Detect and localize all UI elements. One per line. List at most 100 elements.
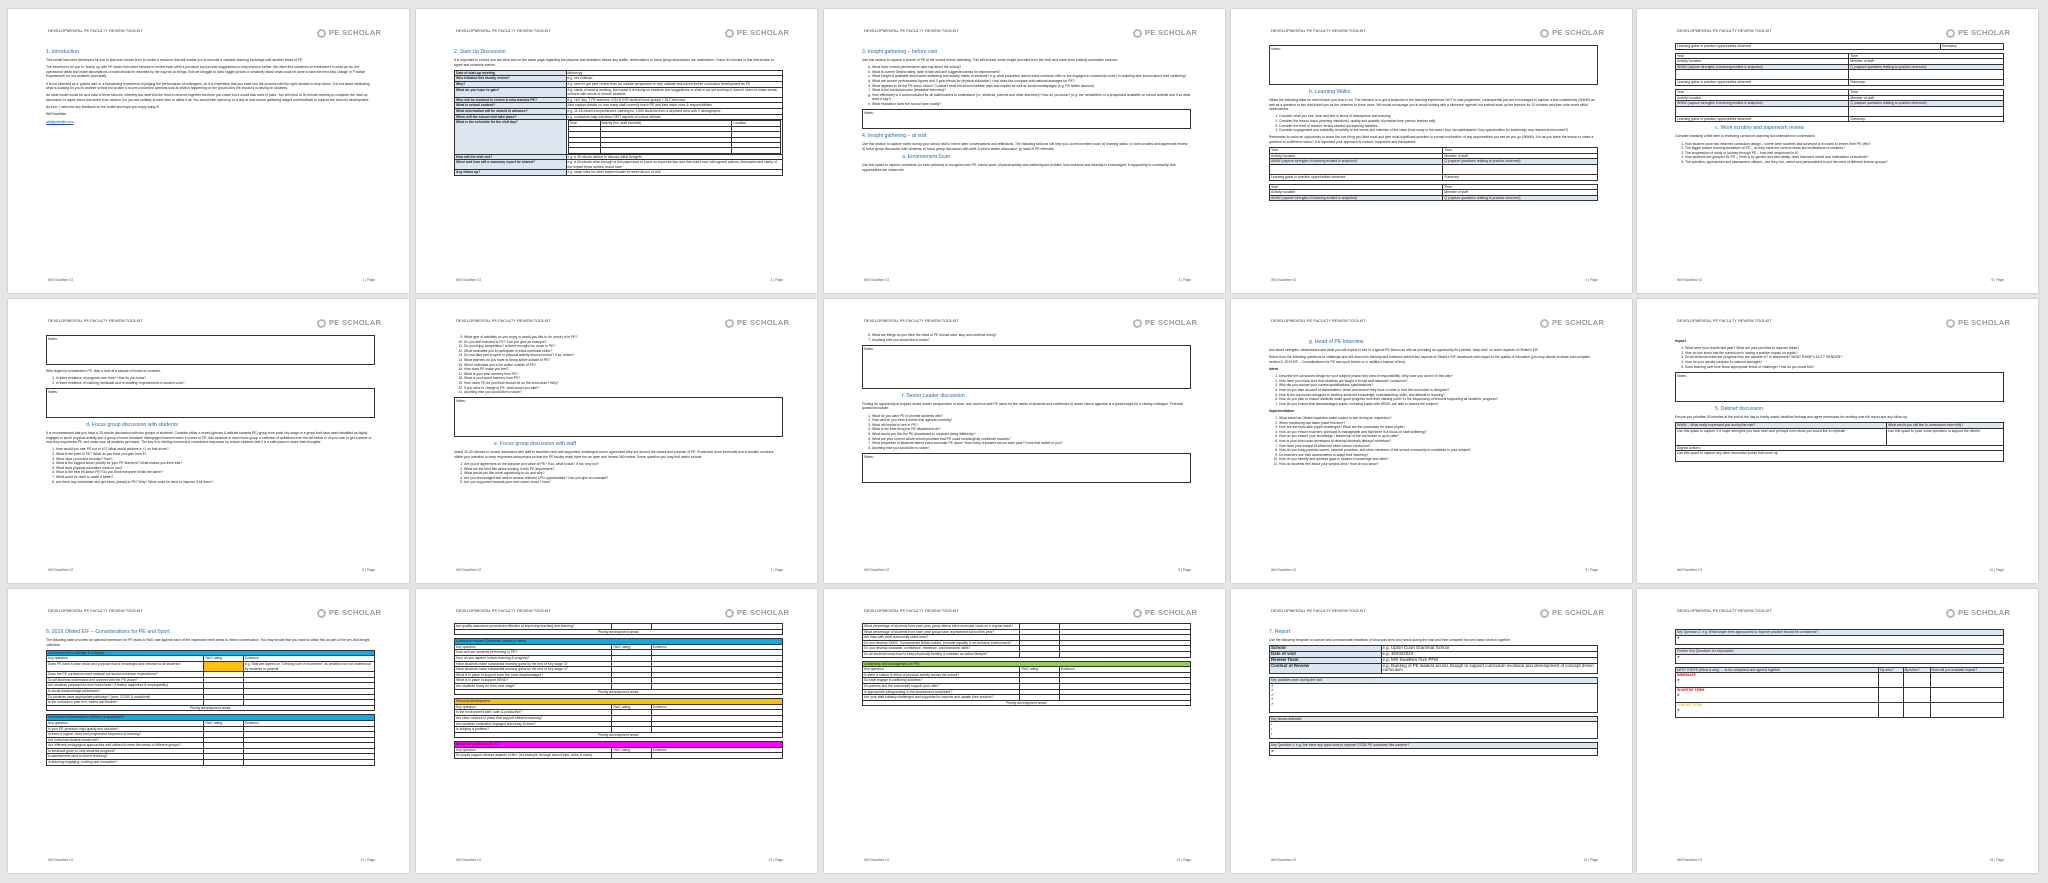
- page-number: 10 | Page: [1989, 568, 2004, 573]
- page-content: Impact What were your results last year?…: [1675, 339, 2004, 565]
- notes-box[interactable]: Notes:: [862, 452, 1191, 483]
- page-number: 1 | Page: [362, 278, 375, 283]
- page-number: 11 | Page: [360, 858, 375, 863]
- section-heading: 7. Report: [1269, 629, 1291, 635]
- arrow-icon: ➤: [1677, 654, 1680, 659]
- page-8: DEVELOPMENTAL PE FACULTY REVIEW TOOLKIT …: [824, 299, 1225, 583]
- page-header: DEVELOPMENTAL PE FACULTY REVIEW TOOLKIT: [456, 318, 551, 323]
- page-number: 4 | Page: [1585, 278, 1598, 283]
- logo-mark-icon: [1540, 319, 1549, 328]
- section-heading: 6. 2019 Ofsted EIF – Considerations for …: [46, 629, 170, 635]
- page-1: DEVELOPMENTAL PE FACULTY REVIEW TOOLKIT …: [8, 9, 409, 293]
- section-heading: 1. Introduction: [46, 49, 79, 55]
- page-header: DEVELOPMENTAL PE FACULTY REVIEW TOOLKIT: [48, 318, 143, 323]
- page-header: DEVELOPMENTAL PE FACULTY REVIEW TOOLKIT: [48, 28, 143, 33]
- logo-mark-icon: [1540, 29, 1549, 38]
- subsection-heading: f. Senior Leader discussion: [902, 392, 965, 399]
- report-table: School e.g. Upton Court Grammar School Da…: [1269, 645, 1598, 674]
- paragraph: With regard to examination PE, take a lo…: [46, 369, 161, 373]
- section-heading: 5. Debrief discussion: [1715, 405, 1764, 412]
- logo: PE SCHOLAR: [1946, 609, 2010, 618]
- logo: PE SCHOLAR: [725, 319, 789, 328]
- page-footer: Will Swaithes V2 9 | Page: [1271, 568, 1598, 573]
- page-content: Notes: b. Learning Walks Utilise the fol…: [1269, 43, 1598, 275]
- key-question-table: Key Question 1: e.g. Are there any quick…: [1269, 742, 1598, 757]
- page-11: DEVELOPMENTAL PE FACULTY REVIEW TOOLKIT …: [8, 589, 409, 873]
- question-list: Are you in agreement on the purpose and …: [454, 462, 783, 485]
- notes-box[interactable]: Notes:: [1675, 371, 2004, 402]
- paragraph: Remember to value an opportunity to shar…: [1269, 135, 1594, 144]
- page-content: 6. 2019 Ofsted EIF – Considerations for …: [46, 629, 375, 855]
- logo: PE SCHOLAR: [1946, 29, 2010, 38]
- page-2: DEVELOPMENTAL PE FACULTY REVIEW TOOLKIT …: [416, 9, 817, 293]
- page-13: DEVELOPMENTAL PE FACULTY REVIEW TOOLKIT …: [824, 589, 1225, 873]
- logo-mark-icon: [317, 319, 326, 328]
- page-footer: Will Swaithes V2 4 | Page: [1271, 278, 1598, 283]
- label-impact: Impact: [1675, 339, 1686, 343]
- paragraph: The following table provides an optional…: [46, 638, 370, 647]
- arrow-icon: ➤: [1677, 707, 1680, 712]
- logo: PE SCHOLAR: [317, 29, 381, 38]
- immediate-label: IMMEDIATE: [1677, 673, 1696, 678]
- logo: PE SCHOLAR: [725, 609, 789, 618]
- page-footer: Will Swaithes V2 12 | Page: [456, 858, 783, 863]
- logo-mark-icon: [725, 319, 734, 328]
- paragraph: Consider tweaking a little time to revie…: [1675, 134, 1816, 139]
- shorter-term-label: SHORTER TERM: [1677, 688, 1705, 693]
- notes-box[interactable]: Notes:: [862, 109, 1191, 130]
- notes-box[interactable]: Notes:: [46, 387, 375, 418]
- positives-table: Key positives seen during the visit ✔ ✔ ✔ ✔…: [1269, 676, 1598, 713]
- page-footer: Will Swaithes V2 8 | Page: [864, 568, 1191, 573]
- logo: PE SCHOLAR: [317, 609, 381, 618]
- page-footer: Will Swaithes V2 15 | Page: [1677, 858, 2004, 863]
- subsection-heading: d. Focus group discussion with students: [86, 421, 178, 428]
- debrief-table: WWW – What really impressed you during t…: [1675, 421, 2004, 463]
- subsection-heading: e. Focus group discussion with staff: [494, 441, 577, 448]
- signature: Will Swaithes: [46, 112, 67, 117]
- page-header: DEVELOPMENTAL PE FACULTY REVIEW TOOLKIT: [864, 318, 959, 323]
- page-15: DEVELOPMENTAL PE FACULTY REVIEW TOOLKIT …: [1637, 589, 2038, 873]
- paragraph: It is not intended as a 'gotcha visit' o…: [46, 81, 370, 91]
- page-6: DEVELOPMENTAL PE FACULTY REVIEW TOOLKIT …: [8, 299, 409, 583]
- page-number: 14 | Page: [1583, 858, 1598, 863]
- paragraph: Use this section to capture notes during…: [862, 142, 1189, 151]
- tick-list: ✔ ✔ ✔ ✔ ✔: [1269, 682, 1598, 713]
- ofsted-table-cont: What percentage of students from each ye…: [862, 623, 1191, 658]
- page-number: 3 | Page: [1178, 278, 1191, 283]
- page-header: DEVELOPMENTAL PE FACULTY REVIEW TOOLKIT: [1271, 608, 1366, 613]
- page-header: DEVELOPMENTAL PE FACULTY REVIEW TOOLKIT: [1677, 28, 1772, 33]
- page-7: DEVELOPMENTAL PE FACULTY REVIEW TOOLKIT …: [416, 299, 817, 583]
- page-5: DEVELOPMENTAL PE FACULTY REVIEW TOOLKIT …: [1637, 9, 2038, 293]
- arrow-icon: ➤: [1271, 749, 1274, 754]
- notes-box[interactable]: Notes:: [46, 335, 375, 365]
- notes-box[interactable]: Notes:: [454, 397, 783, 438]
- page-header: DEVELOPMENTAL PE FACULTY REVIEW TOOLKIT: [48, 608, 143, 613]
- page-number: 2 | Page: [770, 278, 783, 283]
- page-content: 1. Introduction This toolkit has been de…: [46, 49, 375, 275]
- check-icon: ✔: [1271, 692, 1274, 697]
- paragraph: It is recommended that you have a 20 min…: [46, 430, 372, 445]
- notes-box[interactable]: Notes:: [862, 344, 1191, 389]
- bullet-list: • • •: [1269, 721, 1598, 740]
- arrow-icon: ➤: [1677, 635, 1680, 640]
- next-steps-table: NEXT STEPS (What & why) … to be complete…: [1675, 666, 2004, 719]
- email-link[interactable]: will@peforlife.com: [46, 120, 74, 124]
- question-list: How would you rate PE out of 10? What wo…: [46, 447, 375, 484]
- page-number: 12 | Page: [768, 858, 783, 863]
- check-icon: ✔: [1271, 683, 1274, 688]
- logo: PE SCHOLAR: [1540, 319, 1604, 328]
- list-item: How effectively is it communicated for a…: [872, 93, 1191, 102]
- logo: PE SCHOLAR: [317, 319, 381, 328]
- learning-walk-table: Learning gains or practice opportunities…: [1675, 43, 2004, 50]
- issues-table: Key issues detected • • •: [1269, 715, 1598, 740]
- list-item: What reputation does the school have loc…: [872, 102, 1191, 107]
- page-10: DEVELOPMENTAL PE FACULTY REVIEW TOOLKIT …: [1637, 299, 2038, 583]
- subsection-heading: a. Environment Scan: [902, 153, 951, 160]
- logo: PE SCHOLAR: [1540, 29, 1604, 38]
- ofsted-table-personal: Personal development Key question RAG rat…: [454, 698, 783, 739]
- paragraph: As ever, I welcome any feedback on the t…: [46, 105, 159, 110]
- paragraph: Utilise the following table for each les…: [1269, 98, 1595, 112]
- page-footer: Will Swaithes V2 11 | Page: [48, 858, 375, 863]
- notes-box[interactable]: Notes:: [1269, 45, 1598, 85]
- paragraph: Use this section to capture a picture of…: [862, 58, 1118, 62]
